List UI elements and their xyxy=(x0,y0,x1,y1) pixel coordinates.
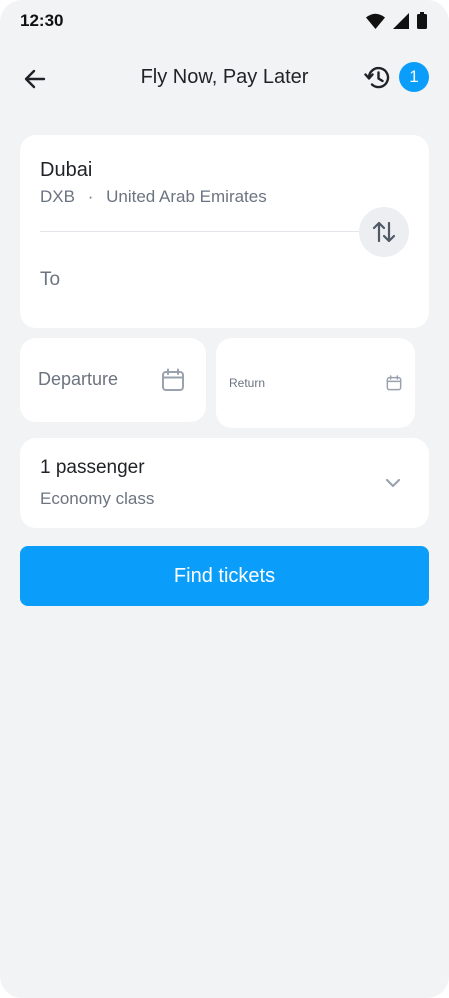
history-icon xyxy=(364,66,390,89)
origin-code: DXB xyxy=(40,187,75,206)
status-time: 12:30 xyxy=(20,11,64,30)
swap-route-button[interactable] xyxy=(359,207,409,257)
return-date-field[interactable]: Return xyxy=(216,338,415,428)
history-count-badge[interactable]: 1 xyxy=(399,62,429,92)
return-label: Return xyxy=(229,376,266,390)
route-card: Dubai DXB · United Arab Emirates To xyxy=(20,135,429,328)
passenger-selector[interactable]: 1 passenger Economy class xyxy=(20,438,429,528)
calendar-icon xyxy=(162,368,184,391)
swap-arrows-icon xyxy=(372,221,396,243)
departure-label: Departure xyxy=(38,369,119,389)
status-bar: 12:30 xyxy=(0,0,449,42)
origin-separator: · xyxy=(87,187,94,206)
origin-country: United Arab Emirates xyxy=(106,187,267,206)
departure-date-field[interactable]: Departure xyxy=(20,338,206,422)
passenger-count: 1 passenger xyxy=(40,457,145,478)
cabin-class: Economy class xyxy=(40,489,155,508)
app-screen: 12:30 Fly Now, Pay Later 1 Dubai DXB · U… xyxy=(0,0,449,998)
calendar-icon xyxy=(386,375,402,391)
app-bar: Fly Now, Pay Later 1 xyxy=(0,50,449,106)
origin-details[interactable]: DXB · United Arab Emirates xyxy=(40,187,267,207)
history-button[interactable] xyxy=(362,62,394,94)
wifi-icon xyxy=(366,13,385,29)
find-tickets-button[interactable]: Find tickets xyxy=(20,546,429,606)
route-divider xyxy=(40,231,360,232)
chevron-down-icon xyxy=(385,478,401,488)
cellular-signal-icon xyxy=(393,12,409,29)
destination-input[interactable]: To xyxy=(40,269,60,291)
battery-icon xyxy=(417,12,427,29)
status-icons xyxy=(366,12,427,29)
origin-city[interactable]: Dubai xyxy=(40,159,92,182)
